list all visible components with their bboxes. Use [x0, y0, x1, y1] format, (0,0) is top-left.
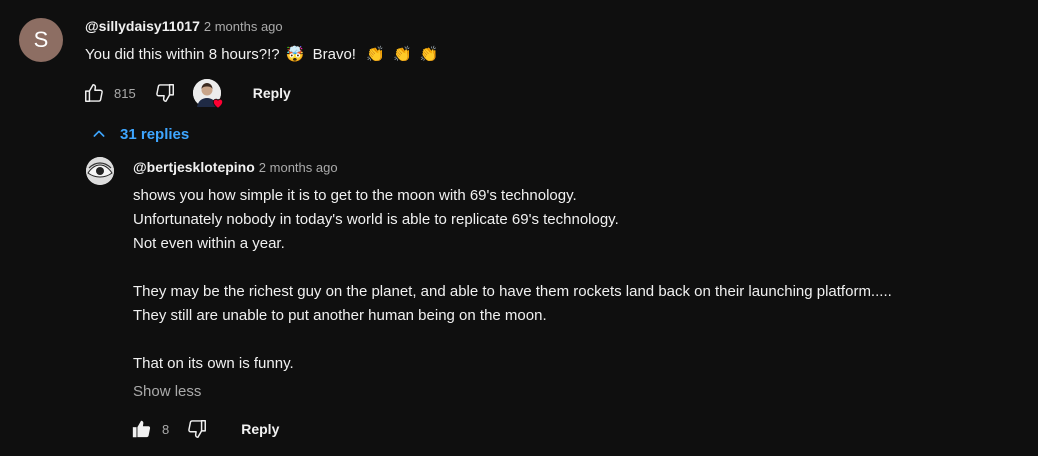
comment-text-bravo: Bravo!: [312, 46, 356, 63]
reply-avatar-image: [86, 157, 114, 185]
dislike-icon[interactable]: [153, 81, 177, 105]
reply-text-line: They may be the richest guy on the plane…: [133, 283, 892, 300]
like-icon[interactable]: [82, 81, 106, 105]
reply-button[interactable]: Reply: [241, 421, 279, 437]
reply-text-line: shows you how simple it is to get to the…: [133, 187, 577, 204]
like-count: 815: [114, 85, 136, 101]
reply-text: shows you how simple it is to get to the…: [133, 184, 892, 376]
comment-timestamp[interactable]: 2 months ago: [204, 19, 283, 34]
reply-text-line: They still are unable to put another hum…: [133, 307, 547, 324]
reply-text-line: That on its own is funny.: [133, 355, 294, 372]
comment-actions: 815 Reply: [82, 79, 291, 109]
reply-timestamp[interactable]: 2 months ago: [259, 160, 338, 175]
reply-button[interactable]: Reply: [253, 85, 291, 101]
clap-emoji: 👏: [393, 46, 412, 63]
like-icon-filled[interactable]: [130, 417, 154, 441]
reply-text-blank-line: [133, 328, 892, 352]
reply-header: @bertjesklotepino 2 months ago: [133, 159, 338, 175]
comment-header: @sillydaisy11017 2 months ago: [85, 18, 283, 34]
heart-icon: [212, 98, 223, 109]
like-count: 8: [162, 421, 170, 437]
show-less-button[interactable]: Show less: [133, 383, 201, 400]
comment-text: You did this within 8 hours?!? 🤯 Bravo! …: [85, 43, 439, 67]
clap-emoji: 👏: [366, 46, 385, 63]
replies-count-label: 31 replies: [120, 125, 190, 143]
reply-text-line: Unfortunately nobody in today's world is…: [133, 211, 619, 228]
avatar[interactable]: S: [19, 18, 63, 62]
replies-toggle-button[interactable]: 31 replies: [90, 125, 189, 143]
reply-avatar[interactable]: [86, 157, 114, 185]
reply-actions: 8 Reply: [130, 415, 279, 443]
reply-text-line: Not even within a year.: [133, 235, 285, 252]
reply-text-blank-line: [133, 256, 892, 280]
clap-emoji: 👏: [419, 46, 439, 63]
mind-blown-emoji: 🤯: [285, 46, 305, 63]
creator-heart-avatar: [192, 79, 223, 109]
comment-author-handle[interactable]: @sillydaisy11017: [85, 18, 200, 34]
chevron-up-icon: [90, 125, 108, 143]
reply-author-handle[interactable]: @bertjesklotepino: [133, 159, 255, 175]
comment-text-main: You did this within 8 hours?!?: [85, 46, 280, 63]
dislike-icon[interactable]: [185, 417, 209, 441]
avatar-letter: S: [33, 27, 49, 52]
